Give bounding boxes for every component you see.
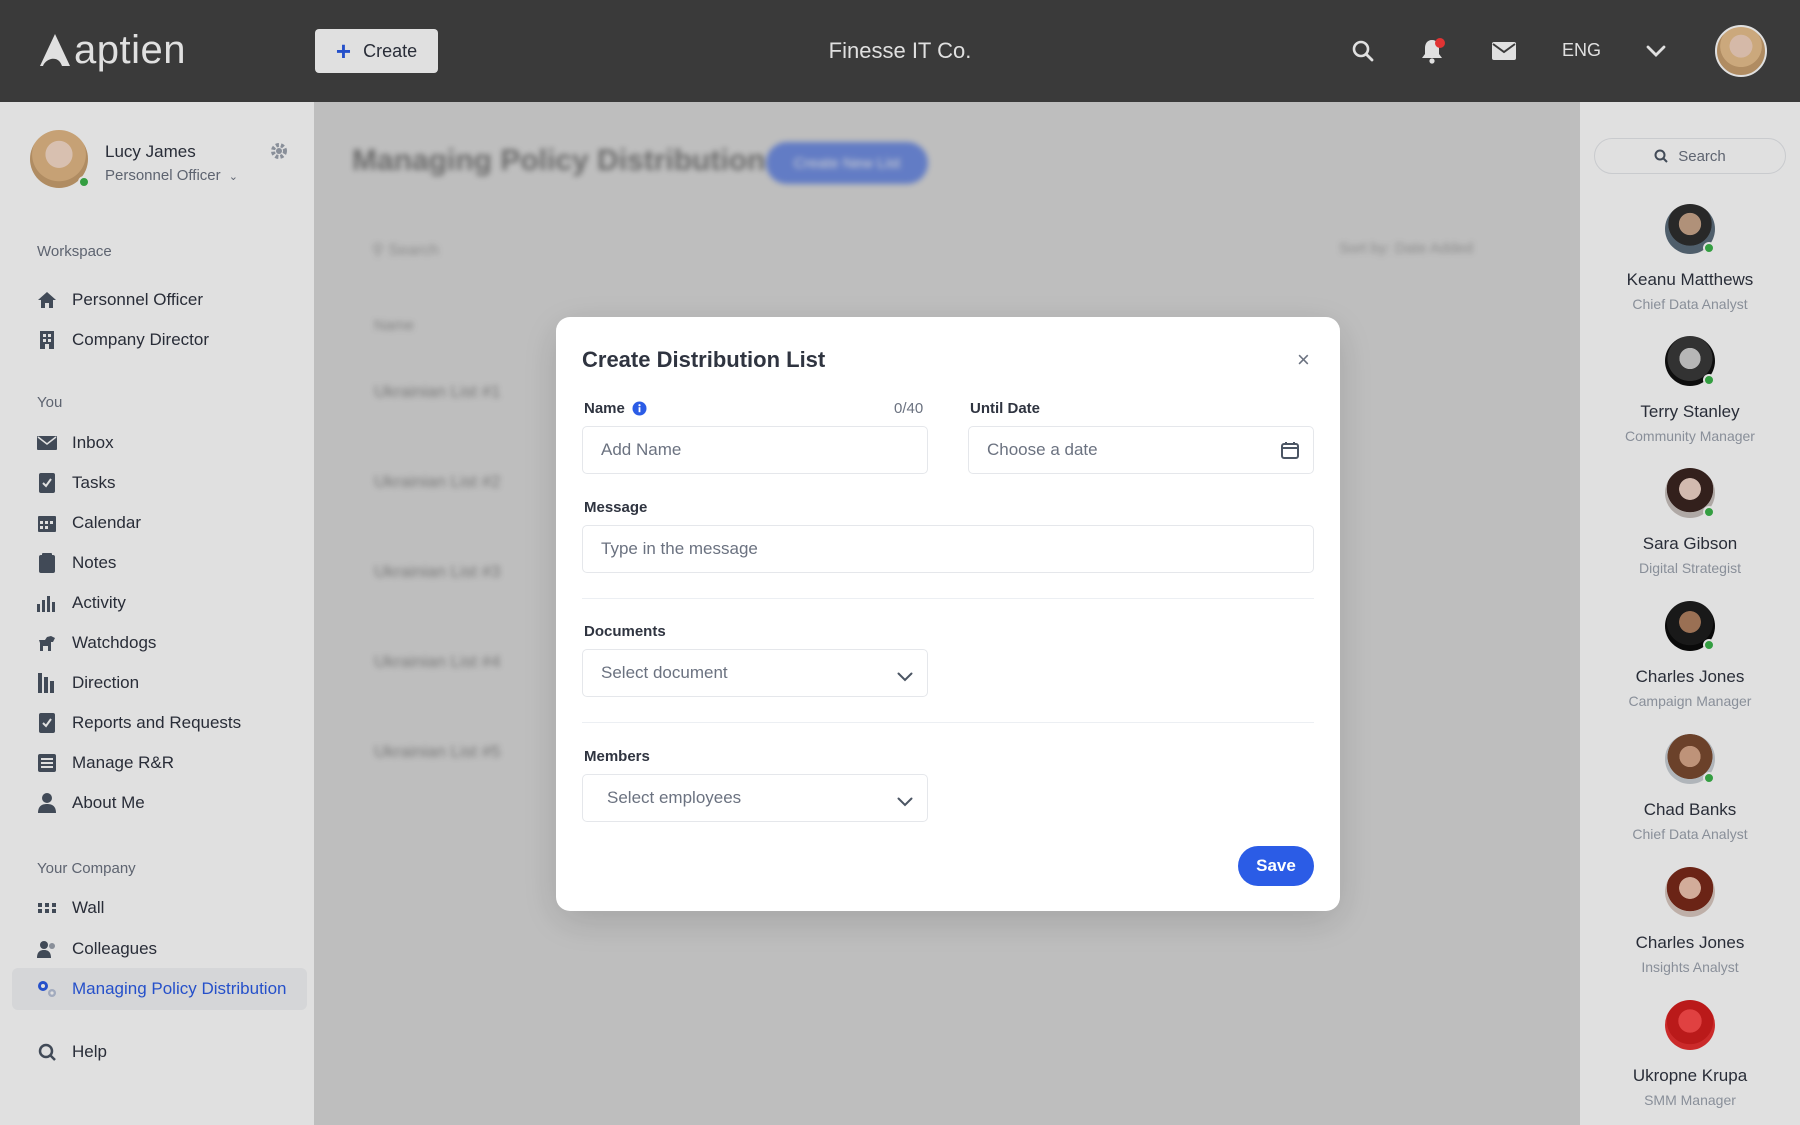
members-select[interactable]: Select employees — [582, 774, 928, 822]
modal-title: Create Distribution List — [582, 347, 826, 372]
until-date-input[interactable]: Choose a date — [968, 426, 1314, 474]
calendar-icon[interactable] — [1281, 441, 1299, 464]
name-input-placeholder: Add Name — [601, 440, 682, 459]
section-divider — [582, 722, 1314, 723]
message-input[interactable]: Type in the message — [582, 525, 1314, 573]
message-input-placeholder: Type in the message — [601, 539, 758, 558]
documents-select-placeholder: Select document — [601, 663, 728, 682]
name-input[interactable]: Add Name — [582, 426, 928, 474]
until-date-placeholder: Choose a date — [987, 440, 1098, 459]
until-date-label: Until Date — [970, 400, 1041, 417]
name-label: Name — [584, 400, 625, 417]
close-icon[interactable]: × — [1297, 347, 1310, 373]
section-divider — [582, 598, 1314, 599]
chevron-down-icon — [897, 667, 913, 687]
documents-select[interactable]: Select document — [582, 649, 928, 697]
members-label: Members — [584, 748, 650, 765]
message-label: Message — [584, 499, 648, 516]
documents-label: Documents — [584, 623, 666, 640]
chevron-down-icon — [897, 792, 913, 812]
create-distribution-list-modal: Create Distribution List × Name 0/40 Add… — [556, 317, 1340, 911]
name-character-counter: 0/40 — [894, 400, 924, 417]
info-icon[interactable] — [632, 401, 647, 421]
members-select-placeholder: Select employees — [607, 788, 742, 807]
save-button[interactable]: Save — [1238, 846, 1314, 886]
